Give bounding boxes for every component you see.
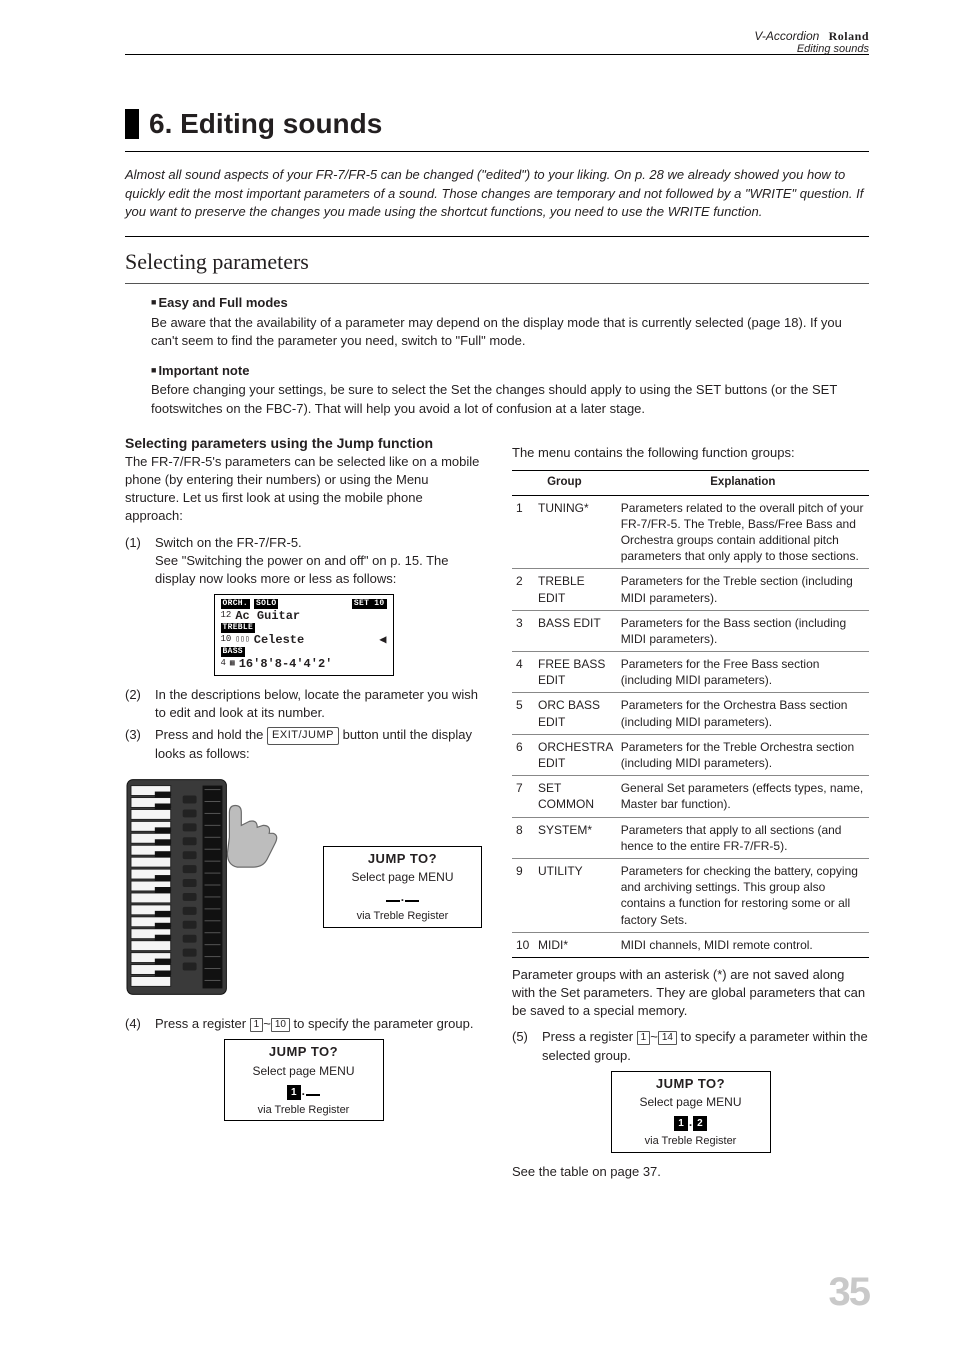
pointing-hand-icon [227, 805, 276, 867]
jump-lcd-1: JUMP TO? Select page MENU . via Treble R… [323, 846, 482, 928]
easy-full-label: ■Easy and Full modes [151, 294, 869, 312]
square-bullet-icon: ■ [151, 297, 156, 307]
section-rule-bottom [125, 283, 869, 284]
step-1-lead: Switch on the FR-7/FR-5. [155, 534, 482, 552]
chapter-intro: Almost all sound aspects of your FR-7/FR… [125, 166, 869, 223]
jump-lcd-2: JUMP TO? Select page MENU 1. via Treble … [224, 1039, 384, 1121]
step-4-num: (4) [125, 1015, 147, 1033]
asterisk-note: Parameter groups with an asterisk (*) ar… [512, 966, 869, 1021]
table-row: 7SET COMMONGeneral Set parameters (effec… [512, 776, 869, 817]
function-groups-table: Group Explanation 1TUNING*Parameters rel… [512, 470, 869, 958]
th-explanation: Explanation [617, 471, 869, 496]
step-5-body: Press a register 1~14 to specify a param… [542, 1028, 869, 1064]
header-subtitle: Editing sounds [754, 42, 869, 57]
important-note-label: ■Important note [151, 362, 869, 380]
table-row: 3BASS EDITParameters for the Bass sectio… [512, 610, 869, 651]
th-group: Group [512, 471, 617, 496]
square-bullet-icon: ■ [151, 365, 156, 375]
table-row: 10MIDI*MIDI channels, MIDI remote contro… [512, 932, 869, 957]
table-row: 5ORC BASS EDITParameters for the Orchest… [512, 693, 869, 734]
jump-intro: The FR-7/FR-5's parameters can be select… [125, 453, 482, 526]
section-rule-top [125, 236, 869, 237]
table-row: 6ORCHESTRA EDITParameters for the Treble… [512, 734, 869, 775]
section-title: Selecting parameters [125, 247, 869, 277]
easy-full-body: Be aware that the availability of a para… [151, 314, 869, 350]
jump-lcd-3: JUMP TO? Select page MENU 1.2 via Treble… [611, 1071, 771, 1153]
step-2-body: In the descriptions below, locate the pa… [155, 686, 482, 722]
jump-h3: Selecting parameters using the Jump func… [125, 434, 482, 453]
chapter-rule [125, 151, 869, 152]
accordion-illustration [125, 777, 309, 997]
table-row: 9UTILITYParameters for checking the batt… [512, 858, 869, 932]
see-table-note: See the table on page 37. [512, 1163, 869, 1181]
menu-intro: The menu contains the following function… [512, 444, 869, 462]
table-row: 4FREE BASS EDITParameters for the Free B… [512, 652, 869, 693]
step-1-num: (1) [125, 534, 147, 589]
exit-jump-keycap: EXIT/JUMP [267, 727, 339, 744]
page-number: 35 [829, 1265, 870, 1319]
brand-logo: Roland [829, 29, 869, 43]
table-row: 8SYSTEM*Parameters that apply to all sec… [512, 817, 869, 858]
important-note-body: Before changing your settings, be sure t… [151, 381, 869, 417]
step-5-num: (5) [512, 1028, 534, 1064]
step-3-num: (3) [125, 726, 147, 763]
step-2-num: (2) [125, 686, 147, 722]
step-4-body: Press a register 1~10 to specify the par… [155, 1015, 482, 1033]
chapter-title: 6. Editing sounds [149, 105, 382, 143]
chapter-bar-icon [125, 109, 139, 139]
table-row: 2TREBLE EDITParameters for the Treble se… [512, 569, 869, 610]
table-row: 1TUNING*Parameters related to the overal… [512, 495, 869, 569]
main-lcd-screenshot: ORCH. SOLO SET 10 12 Ac Guitar TREBLE 10… [214, 594, 394, 676]
step-1-body: See "Switching the power on and off" on … [155, 552, 482, 588]
step-3-body: Press and hold the EXIT/JUMP button unti… [155, 726, 482, 763]
